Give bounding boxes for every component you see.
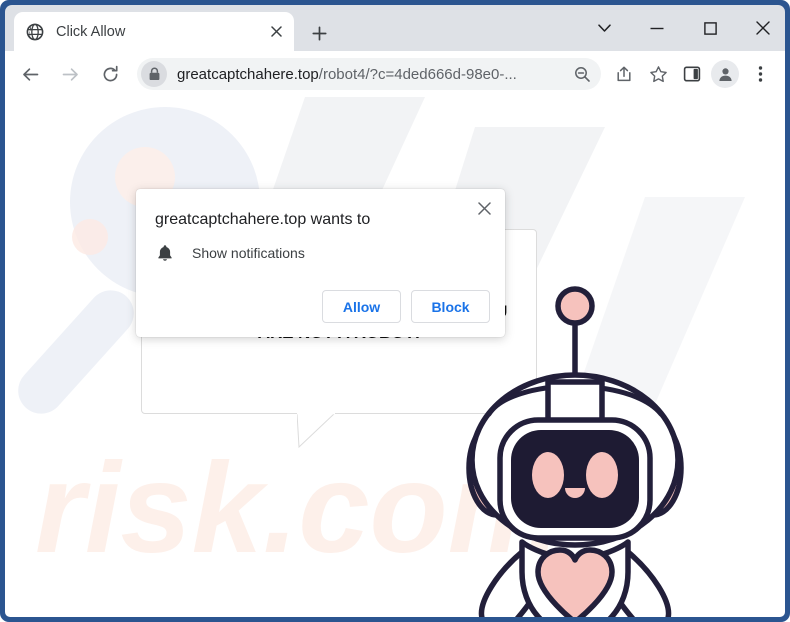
permission-label: Show notifications bbox=[192, 245, 305, 261]
tab-title: Click Allow bbox=[56, 23, 126, 40]
address-bar[interactable]: greatcaptchahere.top/robot4/?c=4ded666d-… bbox=[137, 58, 601, 90]
url-path: /robot4/?c=4ded666d-98e0-... bbox=[318, 65, 517, 83]
tab-close-button[interactable] bbox=[266, 22, 286, 42]
maximize-button[interactable] bbox=[687, 10, 733, 46]
profile-avatar[interactable] bbox=[711, 60, 739, 88]
three-dots-icon[interactable] bbox=[745, 59, 775, 89]
browser-toolbar: greatcaptchahere.top/robot4/?c=4ded666d-… bbox=[5, 51, 785, 97]
tab-search-button[interactable] bbox=[581, 10, 627, 46]
side-panel-icon[interactable] bbox=[677, 59, 707, 89]
tab-strip: Click Allow bbox=[5, 5, 785, 51]
url-domain: greatcaptchahere.top bbox=[177, 65, 319, 83]
window-close-button[interactable] bbox=[740, 10, 786, 46]
url-text: greatcaptchahere.top/robot4/?c=4ded666d-… bbox=[177, 66, 569, 83]
lock-icon[interactable] bbox=[141, 61, 167, 87]
globe-icon bbox=[26, 23, 44, 41]
back-button[interactable] bbox=[15, 59, 45, 89]
browser-window: Click Allow greatcaptchahere.top/robot4/… bbox=[0, 0, 790, 622]
permission-row: Show notifications bbox=[155, 243, 305, 263]
share-icon[interactable] bbox=[609, 59, 639, 89]
dialog-close-button[interactable] bbox=[471, 195, 497, 221]
new-tab-button[interactable] bbox=[305, 19, 333, 47]
bell-icon bbox=[155, 243, 175, 263]
dialog-actions: Allow Block bbox=[322, 290, 490, 323]
minimize-button[interactable] bbox=[634, 10, 680, 46]
forward-button[interactable] bbox=[55, 59, 85, 89]
reload-button[interactable] bbox=[95, 59, 125, 89]
block-button[interactable]: Block bbox=[411, 290, 490, 323]
dialog-title: greatcaptchahere.top wants to bbox=[155, 211, 371, 228]
zoom-out-icon[interactable] bbox=[569, 61, 595, 87]
page-viewport: risk.com CLICK «ALLOW» TO CONFIRM THAT Y… bbox=[5, 97, 785, 617]
browser-tab[interactable]: Click Allow bbox=[14, 12, 294, 51]
allow-button[interactable]: Allow bbox=[322, 290, 401, 323]
star-icon[interactable] bbox=[643, 59, 673, 89]
notification-permission-dialog: greatcaptchahere.top wants to Show notif… bbox=[136, 189, 505, 337]
speech-bubble-tail bbox=[297, 413, 336, 449]
